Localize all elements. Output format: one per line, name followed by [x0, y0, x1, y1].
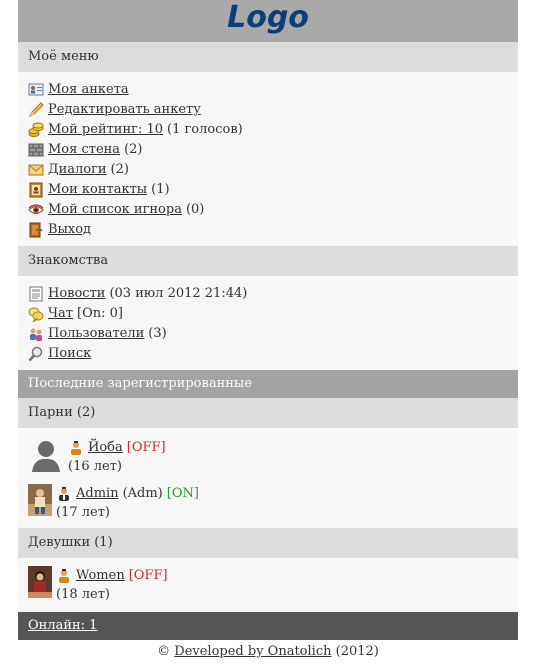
dating-item-users[interactable]: Пользователи (3) — [28, 324, 508, 344]
my-menu-list: Моя анкета Редактировать анкету Мой рейт… — [18, 72, 518, 246]
user-age: (17 лет) — [56, 505, 110, 520]
menu-link-my-profile[interactable]: Моя анкета — [48, 80, 129, 100]
menu-link-contacts[interactable]: Мои контакты — [48, 180, 147, 200]
user-status-off: [OFF] — [126, 440, 166, 455]
girls-list: Women [OFF] (18 лет) — [18, 558, 518, 612]
magnifier-icon — [28, 346, 44, 362]
user-photo-women[interactable] — [28, 566, 52, 598]
chat-bubbles-icon — [28, 306, 44, 323]
user-link-admin[interactable]: Admin — [76, 485, 119, 503]
admin-user-icon — [56, 486, 72, 502]
guys-header: Парни (2) — [18, 398, 518, 428]
user-status-off: [OFF] — [128, 568, 168, 583]
menu-item-contacts[interactable]: Мои контакты (1) — [28, 180, 508, 200]
copyright: © Developed by Onatolich (2012) — [18, 642, 518, 662]
user-age: (18 лет) — [56, 587, 110, 602]
dialogs-count: (2) — [110, 162, 129, 177]
users-count: (3) — [148, 326, 167, 341]
user-photo-admin[interactable] — [28, 484, 52, 516]
default-avatar-icon[interactable] — [28, 438, 68, 472]
menu-item-my-profile[interactable]: Моя анкета — [28, 80, 508, 100]
guys-list: Йоба [OFF] (16 лет) Admin (Adm) [ON] (17… — [18, 428, 518, 528]
dating-item-search[interactable]: Поиск — [28, 344, 508, 364]
ignore-count: (0) — [185, 202, 205, 217]
wall-icon — [28, 142, 44, 158]
user-entry-women: Women [OFF] (18 лет) — [28, 566, 508, 604]
menu-item-ignore-list[interactable]: Мой список игнора (0) — [28, 200, 508, 220]
developer-link[interactable]: Developed by Onatolich — [174, 644, 331, 659]
menu-link-ignore-list[interactable]: Мой список игнора — [48, 200, 182, 220]
menu-item-rating[interactable]: Мой рейтинг: 10 (1 голосов) — [28, 120, 508, 140]
my-menu-header: Моё меню — [18, 42, 518, 72]
online-link[interactable]: Онлайн: 1 — [28, 618, 97, 633]
eye-icon — [28, 202, 44, 218]
user-role: (Adm) — [122, 486, 163, 501]
exit-door-icon — [28, 222, 44, 238]
female-user-icon — [56, 568, 72, 584]
wall-count: (2) — [124, 142, 143, 157]
profile-card-icon — [28, 82, 44, 98]
user-info: Йоба [OFF] (16 лет) — [68, 438, 166, 476]
rating-votes: (1 голосов) — [167, 122, 243, 137]
envelope-icon — [28, 162, 44, 178]
pencil-icon — [28, 102, 44, 118]
girls-header: Девушки (1) — [18, 528, 518, 558]
copyright-symbol: © — [157, 644, 171, 659]
chat-online: [On: 0] — [77, 306, 123, 321]
user-info: Women [OFF] (18 лет) — [56, 566, 168, 604]
news-date: (03 июл 2012 21:44) — [109, 286, 248, 301]
coins-icon — [28, 122, 44, 138]
menu-link-dialogs[interactable]: Диалоги — [48, 160, 107, 180]
menu-item-dialogs[interactable]: Диалоги (2) — [28, 160, 508, 180]
news-icon — [28, 286, 44, 302]
contacts-count: (1) — [151, 182, 170, 197]
copyright-year: (2012) — [335, 644, 379, 659]
dating-item-news[interactable]: Новости (03 июл 2012 21:44) — [28, 284, 508, 304]
dating-header: Знакомства — [18, 246, 518, 276]
menu-link-rating[interactable]: Мой рейтинг: 10 — [48, 120, 163, 140]
site-logo[interactable]: Logo — [18, 0, 518, 42]
menu-link-exit[interactable]: Выход — [48, 220, 91, 240]
dating-link-news[interactable]: Новости — [48, 284, 105, 304]
menu-item-edit-profile[interactable]: Редактировать анкету — [28, 100, 508, 120]
recent-header: Последние зарегистрированные — [18, 370, 518, 398]
users-icon — [28, 326, 44, 342]
menu-link-wall[interactable]: Моя стена — [48, 140, 120, 160]
user-age: (16 лет) — [68, 459, 122, 474]
dating-link-search[interactable]: Поиск — [48, 344, 91, 364]
page-container: Logo Моё меню Моя анкета Редактировать а… — [18, 0, 518, 662]
menu-link-edit-profile[interactable]: Редактировать анкету — [48, 100, 201, 120]
menu-item-exit[interactable]: Выход — [28, 220, 508, 240]
address-book-icon — [28, 182, 44, 198]
male-user-icon — [68, 440, 84, 456]
dating-item-chat[interactable]: Чат [On: 0] — [28, 304, 508, 324]
menu-item-wall[interactable]: Моя стена (2) — [28, 140, 508, 160]
user-entry-yoba: Йоба [OFF] (16 лет) — [28, 438, 508, 476]
dating-link-users[interactable]: Пользователи — [48, 324, 144, 344]
user-link-women[interactable]: Women — [76, 567, 125, 585]
dating-list: Новости (03 июл 2012 21:44) Чат [On: 0] … — [18, 276, 518, 370]
dating-link-chat[interactable]: Чат — [48, 304, 73, 324]
online-bar: Онлайн: 1 — [18, 612, 518, 640]
user-link-yoba[interactable]: Йоба — [88, 439, 123, 457]
user-status-on: [ON] — [166, 486, 199, 501]
user-entry-admin: Admin (Adm) [ON] (17 лет) — [28, 484, 508, 522]
user-info: Admin (Adm) [ON] (17 лет) — [56, 484, 199, 522]
